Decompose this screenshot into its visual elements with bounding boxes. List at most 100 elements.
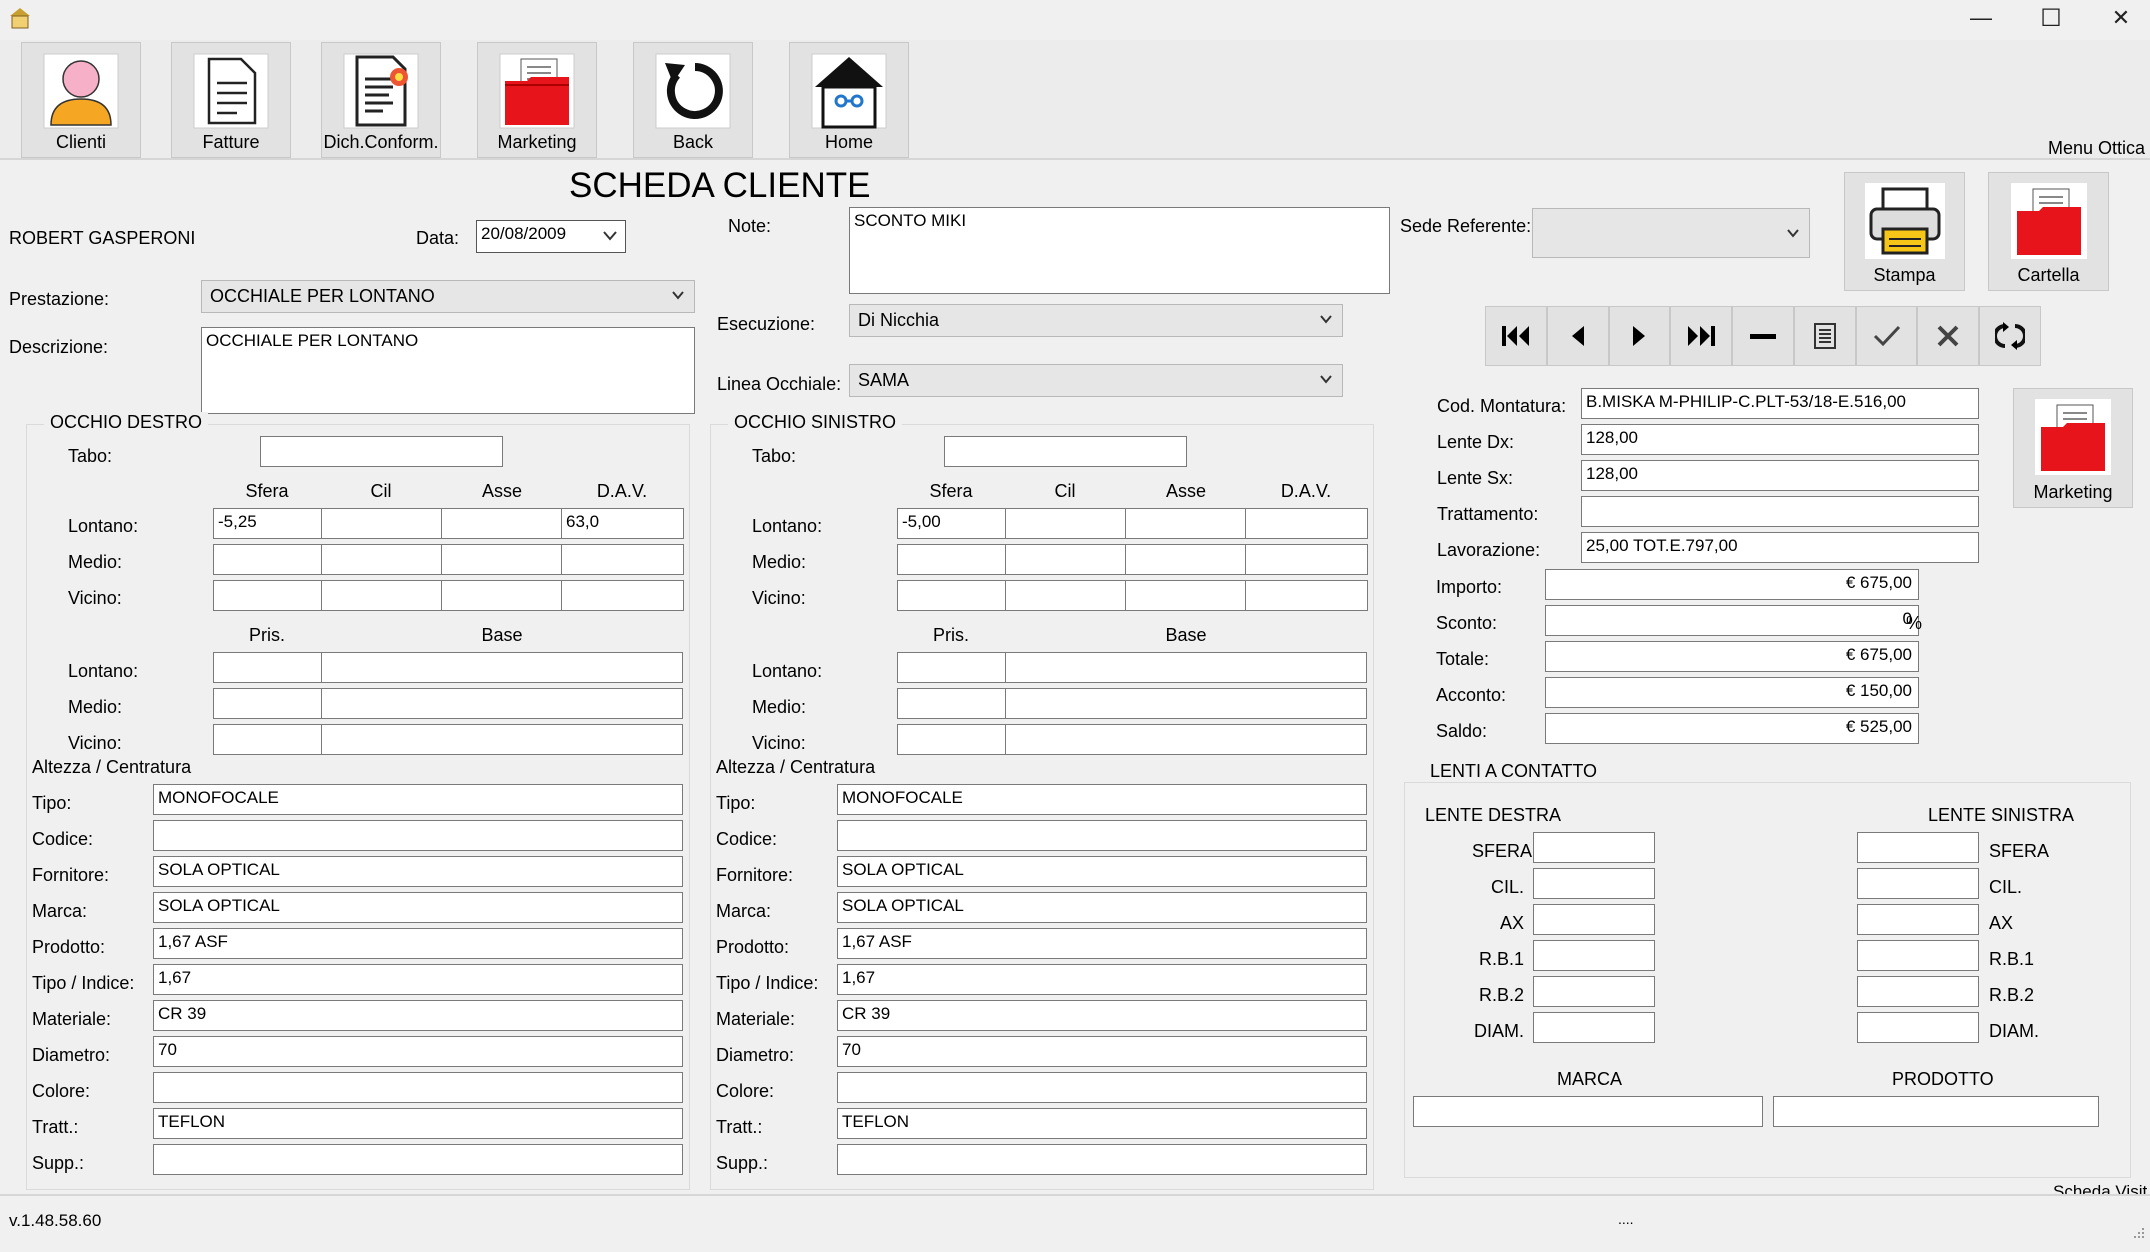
contatto-sx-input[interactable] xyxy=(1857,904,1979,935)
menu-ottica-label[interactable]: Menu Ottica xyxy=(2048,138,2145,159)
occhio-destro-grid-cell[interactable]: 63,0 xyxy=(561,508,684,539)
occhio-destro-base-input[interactable] xyxy=(321,724,683,755)
occhio-destro-grid-cell[interactable] xyxy=(321,544,442,575)
occhio-destro-pris-input[interactable] xyxy=(213,724,322,755)
money-input[interactable]: € 150,00 xyxy=(1545,677,1919,708)
summary-input[interactable]: B.MISKA M-PHILIP-C.PLT-53/18-E.516,00 xyxy=(1581,388,1979,419)
last-record-button[interactable] xyxy=(1670,306,1733,366)
occhio-sinistro-grid-cell[interactable] xyxy=(1005,544,1126,575)
occhio-destro-grid-cell[interactable] xyxy=(441,508,562,539)
occhio-destro-field-input[interactable]: SOLA OPTICAL xyxy=(153,856,683,887)
next-record-button[interactable] xyxy=(1608,306,1671,366)
occhio-destro-grid-cell[interactable] xyxy=(321,508,442,539)
occhio-sinistro-grid-cell[interactable]: -5,00 xyxy=(897,508,1006,539)
summary-input[interactable] xyxy=(1581,496,1979,527)
contatto-sx-input[interactable] xyxy=(1857,1012,1979,1043)
occhio-destro-base-input[interactable] xyxy=(321,688,683,719)
contatto-sx-input[interactable] xyxy=(1857,940,1979,971)
occhio-sinistro-field-input[interactable]: 1,67 xyxy=(837,964,1367,995)
occhio-sinistro-grid-cell[interactable] xyxy=(1125,508,1246,539)
occhio-destro-field-input[interactable]: SOLA OPTICAL xyxy=(153,892,683,923)
occhio-destro-grid-cell[interactable] xyxy=(561,544,684,575)
occhio-sinistro-base-input[interactable] xyxy=(1005,652,1367,683)
prodotto-input[interactable] xyxy=(1773,1096,2099,1127)
occhio-sinistro-grid-cell[interactable] xyxy=(1125,580,1246,611)
descrizione-textarea[interactable]: OCCHIALE PER LONTANO xyxy=(201,327,695,414)
first-record-button[interactable] xyxy=(1485,306,1547,366)
minimize-button[interactable]: — xyxy=(1951,0,2011,36)
occhio-sinistro-grid-cell[interactable] xyxy=(1125,544,1246,575)
refresh-button[interactable] xyxy=(1979,306,2042,366)
occhio-sinistro-tabo-input[interactable] xyxy=(944,436,1187,467)
occhio-sinistro-pris-input[interactable] xyxy=(897,688,1006,719)
occhio-destro-grid-cell[interactable] xyxy=(561,580,684,611)
occhio-destro-grid-cell[interactable] xyxy=(213,544,322,575)
summary-input[interactable]: 128,00 xyxy=(1581,424,1979,455)
money-input[interactable]: € 675,00 xyxy=(1545,569,1919,600)
toolbar-home-button[interactable]: Home xyxy=(789,42,909,158)
occhio-destro-tabo-input[interactable] xyxy=(260,436,503,467)
occhio-destro-field-input[interactable] xyxy=(153,820,683,851)
contatto-dx-input[interactable] xyxy=(1533,940,1655,971)
occhio-sinistro-field-input[interactable]: SOLA OPTICAL xyxy=(837,892,1367,923)
toolbar-fatture-button[interactable]: Fatture xyxy=(171,42,291,158)
toolbar-dich-conform-button[interactable]: Dich.Conform. xyxy=(321,42,441,158)
delete-record-button[interactable] xyxy=(1732,306,1794,366)
occhio-destro-field-input[interactable]: CR 39 xyxy=(153,1000,683,1031)
save-record-button[interactable] xyxy=(1855,306,1918,366)
occhio-destro-field-input[interactable]: TEFLON xyxy=(153,1108,683,1139)
sede-referente-select[interactable] xyxy=(1532,208,1810,258)
prestazione-select[interactable]: OCCHIALE PER LONTANO xyxy=(201,280,695,313)
money-input[interactable]: 0 xyxy=(1545,605,1919,636)
toolbar-marketing-button[interactable]: Marketing xyxy=(477,42,597,158)
money-input[interactable]: € 525,00 xyxy=(1545,713,1919,744)
contatto-dx-input[interactable] xyxy=(1533,976,1655,1007)
occhio-sinistro-field-input[interactable] xyxy=(837,1072,1367,1103)
close-button[interactable]: ✕ xyxy=(2091,0,2150,36)
edit-record-button[interactable] xyxy=(1793,306,1856,366)
contatto-dx-input[interactable] xyxy=(1533,868,1655,899)
contatto-sx-input[interactable] xyxy=(1857,976,1979,1007)
occhio-sinistro-field-input[interactable]: SOLA OPTICAL xyxy=(837,856,1367,887)
occhio-sinistro-field-input[interactable] xyxy=(837,1144,1367,1175)
resize-grip-icon[interactable] xyxy=(2130,1226,2146,1242)
contatto-dx-input[interactable] xyxy=(1533,1012,1655,1043)
note-textarea[interactable]: SCONTO MIKI xyxy=(849,207,1390,294)
cartella-button[interactable]: Cartella xyxy=(1988,172,2109,291)
occhio-sinistro-field-input[interactable]: MONOFOCALE xyxy=(837,784,1367,815)
occhio-destro-field-input[interactable]: 70 xyxy=(153,1036,683,1067)
occhio-destro-pris-input[interactable] xyxy=(213,652,322,683)
occhio-destro-grid-cell[interactable] xyxy=(213,580,322,611)
marketing-button[interactable]: Marketing xyxy=(2013,388,2133,508)
occhio-destro-field-input[interactable]: 1,67 ASF xyxy=(153,928,683,959)
occhio-destro-grid-cell[interactable] xyxy=(321,580,442,611)
occhio-sinistro-field-input[interactable]: TEFLON xyxy=(837,1108,1367,1139)
occhio-destro-field-input[interactable]: MONOFOCALE xyxy=(153,784,683,815)
summary-input[interactable]: 128,00 xyxy=(1581,460,1979,491)
occhio-sinistro-pris-input[interactable] xyxy=(897,724,1006,755)
esecuzione-select[interactable]: Di Nicchia xyxy=(849,304,1343,337)
occhio-sinistro-field-input[interactable]: 1,67 ASF xyxy=(837,928,1367,959)
occhio-sinistro-grid-cell[interactable] xyxy=(897,580,1006,611)
occhio-destro-base-input[interactable] xyxy=(321,652,683,683)
occhio-destro-field-input[interactable] xyxy=(153,1072,683,1103)
contatto-dx-input[interactable] xyxy=(1533,832,1655,863)
contatto-sx-input[interactable] xyxy=(1857,832,1979,863)
occhio-destro-grid-cell[interactable]: -5,25 xyxy=(213,508,322,539)
occhio-destro-grid-cell[interactable] xyxy=(441,544,562,575)
marca-input[interactable] xyxy=(1413,1096,1763,1127)
toolbar-back-button[interactable]: Back xyxy=(633,42,753,158)
occhio-destro-field-input[interactable]: 1,67 xyxy=(153,964,683,995)
occhio-destro-grid-cell[interactable] xyxy=(441,580,562,611)
toolbar-clienti-button[interactable]: Clienti xyxy=(21,42,141,158)
occhio-sinistro-field-input[interactable]: CR 39 xyxy=(837,1000,1367,1031)
occhio-sinistro-grid-cell[interactable] xyxy=(1005,580,1126,611)
stampa-button[interactable]: Stampa xyxy=(1844,172,1965,291)
occhio-sinistro-pris-input[interactable] xyxy=(897,652,1006,683)
occhio-sinistro-grid-cell[interactable] xyxy=(897,544,1006,575)
cancel-record-button[interactable] xyxy=(1917,306,1980,366)
summary-input[interactable]: 25,00 TOT.E.797,00 xyxy=(1581,532,1979,563)
occhio-destro-pris-input[interactable] xyxy=(213,688,322,719)
money-input[interactable]: € 675,00 xyxy=(1545,641,1919,672)
linea-occhiale-select[interactable]: SAMA xyxy=(849,364,1343,397)
